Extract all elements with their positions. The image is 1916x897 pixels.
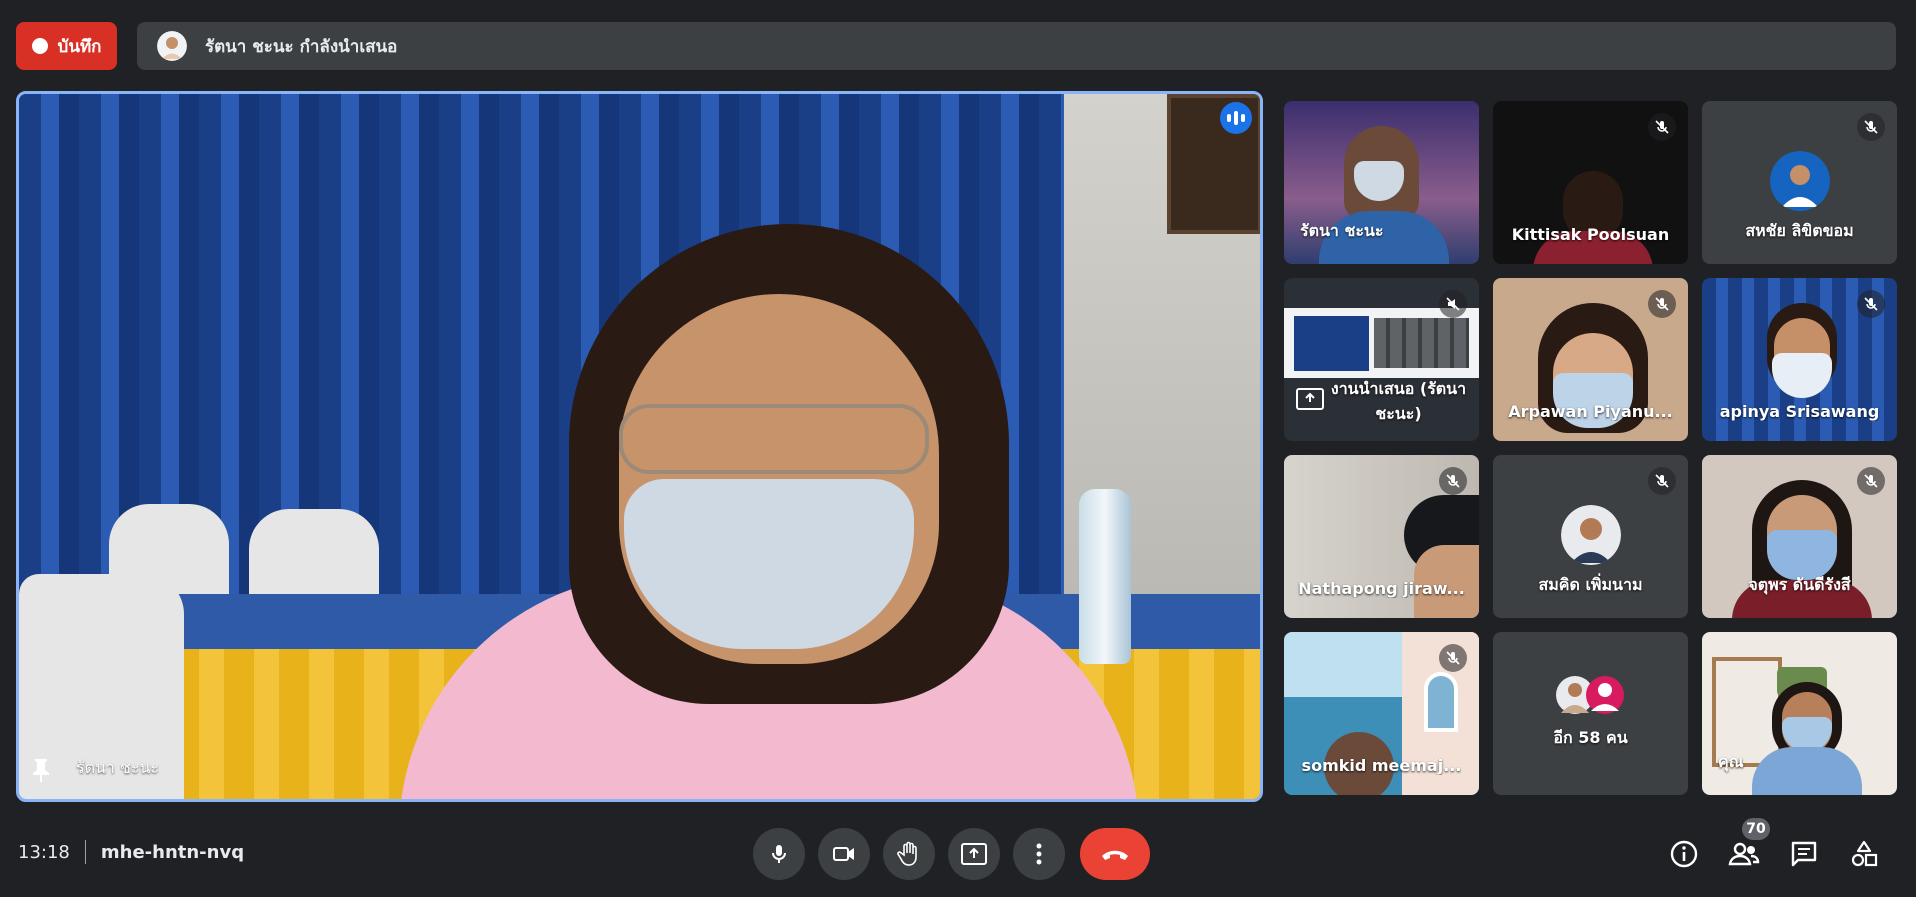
info-icon: [1670, 840, 1698, 868]
raise-hand-button[interactable]: [883, 828, 935, 880]
meeting-details-button[interactable]: [1666, 836, 1702, 872]
presenting-text: รัตนา ชะนะ กำลังนำเสนอ: [205, 36, 398, 57]
participant-name: somkid meemaj...: [1301, 756, 1462, 775]
self-tile[interactable]: คุณ: [1702, 632, 1897, 795]
participant-tile[interactable]: Arpawan Piyanu...: [1493, 278, 1688, 441]
participant-tile[interactable]: สมคิด เพิ่มนาม: [1493, 455, 1688, 618]
participant-name: apinya Srisawang: [1719, 402, 1880, 421]
participant-name: สหชัย ลิขิตขอม: [1745, 221, 1854, 240]
participant-tile[interactable]: จตุพร ดันดีรังสี: [1702, 455, 1897, 618]
participant-name: จตุพร ดันดีรังสี: [1748, 575, 1851, 594]
present-now-button[interactable]: [948, 828, 1000, 880]
participant-tile[interactable]: Kittisak Poolsuan: [1493, 101, 1688, 264]
participant-count-badge: 70: [1742, 818, 1770, 840]
participant-name: งานนำเสนอ (รัตนา ชะนะ): [1330, 379, 1467, 423]
activities-icon: [1851, 840, 1878, 867]
camera-icon: [833, 847, 854, 861]
mic-off-icon: [1439, 467, 1467, 495]
mic-off-icon: [1857, 290, 1885, 318]
participants-avatars: [1556, 676, 1624, 714]
people-button[interactable]: [1726, 836, 1762, 872]
presentation-tile[interactable]: งานนำเสนอ (รัตนา ชะนะ): [1284, 278, 1479, 441]
meeting-time: 13:18: [18, 841, 70, 863]
participant-tile[interactable]: apinya Srisawang: [1702, 278, 1897, 441]
activities-button[interactable]: [1846, 836, 1882, 872]
mic-button[interactable]: [753, 828, 805, 880]
pin-icon[interactable]: [31, 757, 51, 783]
presenting-banner: รัตนา ชะนะ กำลังนำเสนอ: [137, 22, 1896, 70]
more-options-button[interactable]: [1013, 828, 1065, 880]
mic-off-icon: [1648, 113, 1676, 141]
camera-button[interactable]: [818, 828, 870, 880]
meeting-info-bar: 13:18 mhe-hntn-nvq: [18, 840, 244, 864]
main-video[interactable]: รัตนา ชะนะ: [16, 91, 1263, 802]
people-icon: [1728, 842, 1760, 866]
participant-tile[interactable]: รัตนา ชะนะ: [1284, 101, 1479, 264]
leave-call-button[interactable]: [1080, 828, 1150, 880]
more-icon: [1036, 843, 1042, 865]
participant-avatar: [1769, 151, 1830, 211]
more-participants-tile[interactable]: อีก 58 คน: [1493, 632, 1688, 795]
more-participants-label: อีก 58 คน: [1553, 728, 1628, 747]
record-dot-icon: [31, 38, 48, 54]
divider: [84, 840, 86, 864]
participant-tile[interactable]: Nathapong jiraw...: [1284, 455, 1479, 618]
participant-name: สมคิด เพิ่มนาม: [1538, 575, 1643, 594]
mic-off-icon: [1857, 113, 1885, 141]
participant-name: คุณ: [1718, 752, 1744, 771]
speaker-video-feed: [19, 94, 1260, 799]
mic-off-icon: [1857, 467, 1885, 495]
record-label: บันทึก: [57, 36, 102, 57]
meeting-code: mhe-hntn-nvq: [100, 841, 245, 863]
presenter-avatar: [157, 31, 187, 61]
participant-avatar: [1560, 505, 1621, 565]
present-icon: [961, 843, 987, 865]
mic-off-icon: [1439, 644, 1467, 672]
hand-icon: [897, 841, 917, 866]
participant-name: Nathapong jiraw...: [1298, 579, 1465, 598]
participant-tile[interactable]: somkid meemaj...: [1284, 632, 1479, 795]
speaker-name: รัตนา ชะนะ: [76, 758, 159, 777]
participant-name: Arpawan Piyanu...: [1508, 402, 1673, 421]
chat-button[interactable]: [1786, 836, 1822, 872]
mic-off-icon: [1648, 290, 1676, 318]
participant-tile[interactable]: สหชัย ลิขิตขอม: [1702, 101, 1897, 264]
participant-name: Kittisak Poolsuan: [1511, 225, 1670, 244]
record-button[interactable]: บันทึก: [16, 22, 117, 70]
mic-icon: [772, 845, 786, 863]
audio-level-icon: [1220, 102, 1252, 134]
chat-icon: [1791, 841, 1817, 867]
mic-off-icon: [1439, 290, 1467, 318]
participant-name: รัตนา ชะนะ: [1300, 221, 1384, 240]
mic-off-icon: [1648, 467, 1676, 495]
end-call-icon: [1102, 850, 1128, 860]
